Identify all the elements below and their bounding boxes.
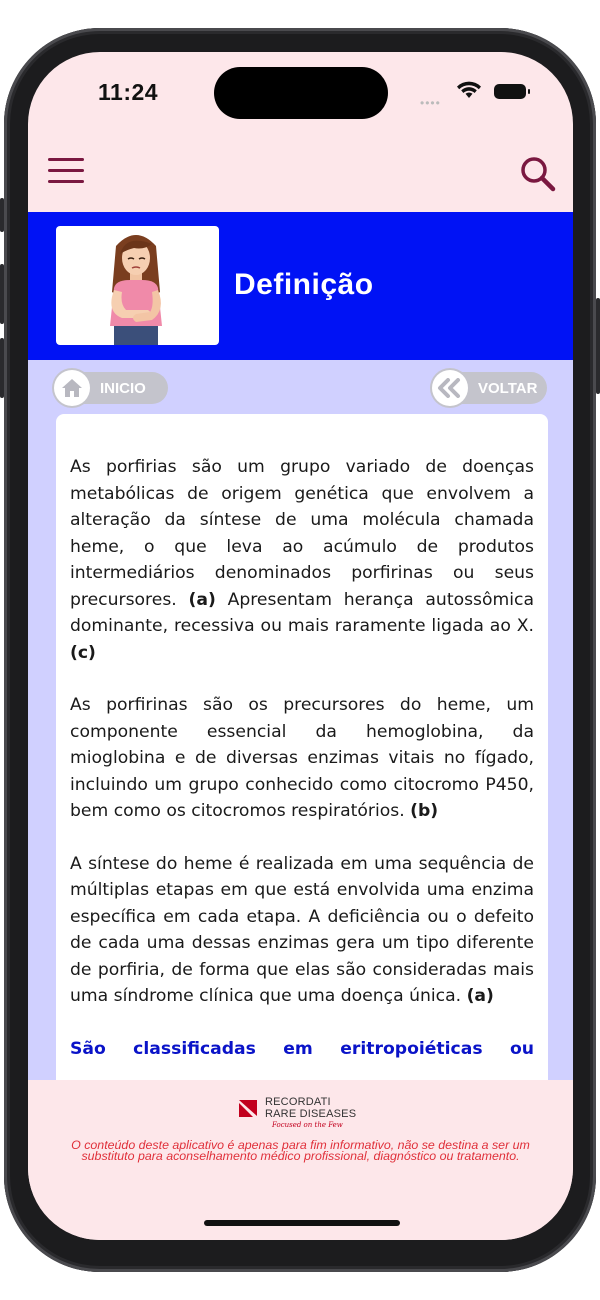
- logo-line-2: RARE DISEASES: [265, 1108, 357, 1120]
- reference-a-2: (a): [466, 986, 494, 1006]
- back-icon-circle: [432, 370, 468, 406]
- logo-tagline: Focused on the Few: [272, 1121, 343, 1129]
- home-button[interactable]: INICIO: [54, 370, 168, 406]
- status-time: 11:24: [98, 79, 159, 105]
- house-icon: [62, 379, 82, 397]
- reference-c: (c): [70, 642, 96, 663]
- dynamic-island: [214, 67, 388, 119]
- woman-stomach-pain-illustration: [56, 226, 219, 345]
- search-icon[interactable]: [518, 154, 558, 194]
- app-bar: [28, 132, 573, 212]
- signal-dots-icon: ••••: [420, 96, 441, 110]
- paragraph-2-text: As porfirinas são os precursores do heme…: [70, 695, 534, 821]
- classification-subheading: São classificadas em eritropoiéticas ou: [70, 1038, 534, 1059]
- article-body: As porfirias são um grupo variado de doe…: [70, 454, 534, 1088]
- recordati-logo-mark-icon: [239, 1100, 257, 1117]
- content-area: INICIO VOLTAR As porfirias são um grupo …: [28, 360, 573, 1114]
- reference-a: (a): [188, 589, 216, 610]
- paragraph-3: A síntese do heme é realizada em uma seq…: [70, 851, 534, 1010]
- page-title: Definição: [234, 268, 374, 301]
- status-bar: 11:24 ••••: [28, 52, 573, 132]
- paragraph-3-text: A síntese do heme é realizada em uma seq…: [70, 853, 534, 1007]
- paragraph-2: As porfirinas são os precursores do heme…: [70, 692, 534, 825]
- volume-down-button: [0, 338, 4, 398]
- medical-disclaimer: O conteúdo deste aplicativo é apenas par…: [71, 1138, 530, 1163]
- power-button: [596, 298, 600, 394]
- article-card: As porfirias são um grupo variado de doe…: [56, 414, 548, 1114]
- volume-up-button: [0, 264, 4, 324]
- logo-line-1: RECORDATI: [265, 1096, 331, 1108]
- app-screen: 11:24 •••• Definição INICIO VOLTAR As po…: [28, 52, 573, 1240]
- wifi-icon: [457, 81, 481, 98]
- home-indicator[interactable]: [204, 1220, 400, 1226]
- double-chevron-left-icon: [438, 378, 460, 398]
- reference-b: (b): [410, 801, 439, 821]
- hamburger-menu-icon[interactable]: [48, 158, 86, 184]
- paragraph-1-text: As porfirias são um grupo variado de doe…: [70, 457, 534, 610]
- back-button[interactable]: VOLTAR: [432, 370, 547, 406]
- section-header: Definição: [28, 212, 573, 360]
- footer: RECORDATI RARE DISEASES Focused on the F…: [28, 1080, 573, 1240]
- battery-icon: [494, 84, 530, 99]
- paragraph-1: As porfirias são um grupo variado de doe…: [70, 454, 534, 666]
- back-button-label: VOLTAR: [478, 379, 538, 397]
- action-button: [0, 198, 4, 232]
- home-icon-circle: [54, 370, 90, 406]
- recordati-logo: RECORDATI RARE DISEASES Focused on the F…: [238, 1096, 378, 1130]
- home-button-label: INICIO: [100, 379, 146, 397]
